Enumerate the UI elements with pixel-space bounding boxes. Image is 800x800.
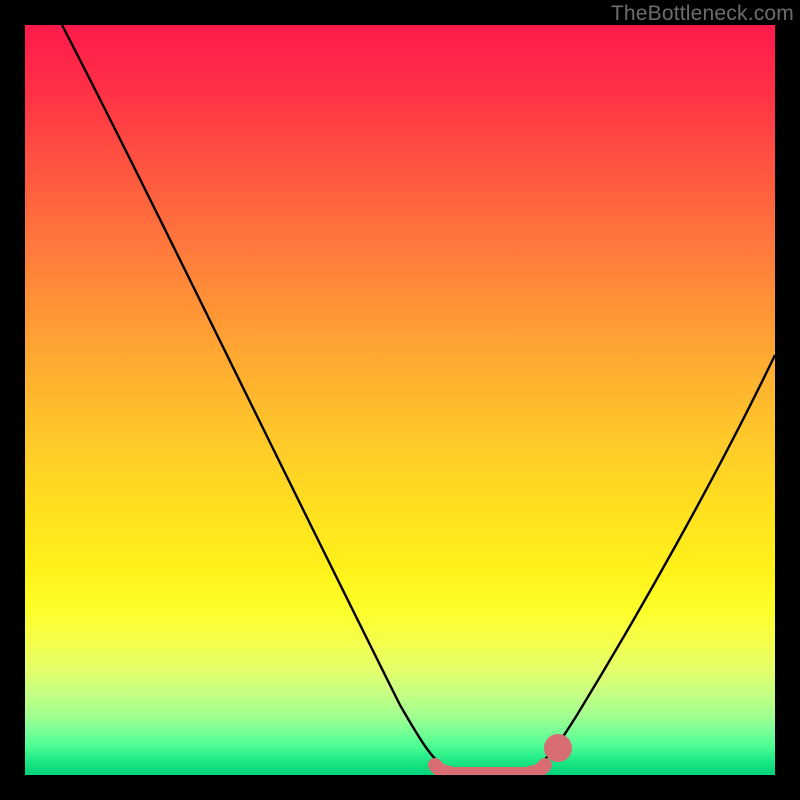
watermark-text: TheBottleneck.com [611,2,794,26]
bottleneck-curve [62,25,775,774]
plot-area [25,25,775,775]
chart-frame: TheBottleneck.com [0,0,800,800]
curve-layer [25,25,775,775]
